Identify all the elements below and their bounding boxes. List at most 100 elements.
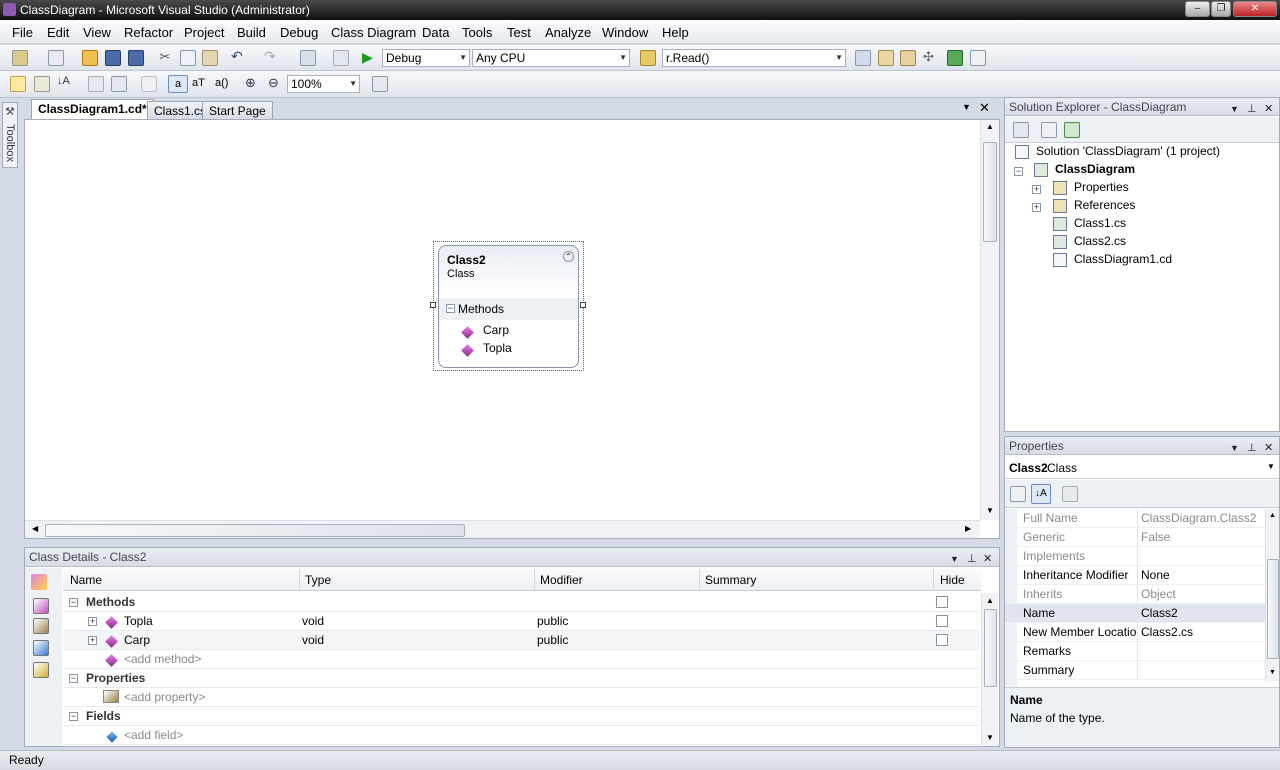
start-debugging-icon[interactable]: ▶ [362,50,378,66]
active-files-dropdown-icon[interactable]: ▼ [962,102,971,112]
menu-data[interactable]: Data [422,25,449,40]
property-row[interactable]: Inherits Object [1005,585,1265,604]
toolbox-tab[interactable]: ⚒ Toolbox [2,102,18,168]
member-modifier[interactable]: public [537,614,568,628]
horizontal-scrollbar[interactable]: ◀ ▶ [25,520,980,538]
find-combo[interactable]: r.Read() ▼ [662,49,846,67]
column-header-name[interactable]: Name [70,573,102,587]
group-by-access-icon[interactable] [34,76,50,92]
solution-configuration-select[interactable]: Debug ▼ [382,49,470,67]
object-selector[interactable]: Class2 Class ▼ [1005,457,1279,479]
menu-project[interactable]: Project [184,25,224,40]
layout-diagram-icon[interactable] [88,76,104,92]
display-name-button[interactable]: a [168,75,188,93]
menu-file[interactable]: File [12,25,33,40]
method-item-topla[interactable]: Topla [483,341,512,355]
solution-node[interactable]: Solution 'ClassDiagram' (1 project) [1036,144,1220,158]
tree-item-properties[interactable]: Properties [1074,180,1129,194]
menu-analyze[interactable]: Analyze [545,25,591,40]
properties-window-icon[interactable] [878,50,894,66]
alphabetical-icon[interactable]: ↓A [1031,484,1051,504]
open-folder-icon[interactable] [82,50,98,66]
close-button[interactable]: ✕ [1233,1,1277,17]
navigate-backward-icon[interactable] [300,50,316,66]
property-row[interactable]: Summary [1005,661,1265,680]
close-pane-icon[interactable]: ✕ [1264,100,1273,118]
column-header-summary[interactable]: Summary [705,573,756,587]
member-name[interactable]: Carp [124,633,150,647]
window-position-icon[interactable]: ▼ [1230,100,1239,118]
menu-edit[interactable]: Edit [47,25,69,40]
class-shape[interactable]: Class2 Class ⌃ − Methods Carp Topla [430,241,586,371]
group-row-methods[interactable]: − Methods [63,593,979,612]
refresh-icon[interactable] [1064,122,1080,138]
collapse-project-icon[interactable]: − [1014,167,1023,176]
scroll-down-icon[interactable]: ▼ [986,506,994,515]
minimize-button[interactable]: – [1185,1,1210,17]
property-row[interactable]: Remarks [1005,642,1265,661]
copy-icon[interactable] [180,50,196,66]
scroll-left-icon[interactable]: ◀ [32,524,38,533]
show-all-files-icon[interactable] [1041,122,1057,138]
class-shape-body[interactable]: Class2 Class ⌃ − Methods Carp Topla [438,245,579,368]
menu-tools[interactable]: Tools [462,25,492,40]
column-header-type[interactable]: Type [305,573,331,587]
display-full-signature-button[interactable]: a() [215,76,235,92]
group-row-properties[interactable]: − Properties [63,669,979,688]
hide-checkbox[interactable] [936,634,948,646]
scroll-up-icon[interactable]: ▲ [986,122,994,131]
add-property-placeholder[interactable]: <add property> [124,690,205,704]
horizontal-scroll-thumb[interactable] [45,524,465,537]
menu-refactor[interactable]: Refactor [124,25,173,40]
properties-vertical-scrollbar[interactable]: ▲ ▼ [1265,509,1279,681]
tab-classdiagram1[interactable]: ClassDiagram1.cd* [31,99,154,119]
property-row-selected[interactable]: Name Class2 [1005,604,1265,623]
add-method-row[interactable]: <add method> [63,650,979,669]
member-name[interactable]: Topla [124,614,153,628]
tree-item-class2[interactable]: Class2.cs [1074,234,1126,248]
vertical-scroll-thumb[interactable] [983,142,997,242]
collapse-methods-icon[interactable]: − [69,598,78,607]
menu-help[interactable]: Help [662,25,689,40]
tree-item-references[interactable]: References [1074,198,1135,212]
zoom-in-icon[interactable]: ⊕ [245,76,261,92]
new-member-icon[interactable] [31,574,47,590]
paste-icon[interactable] [202,50,218,66]
menu-class-diagram[interactable]: Class Diagram [331,25,416,40]
expand-references-icon[interactable]: + [1032,203,1041,212]
close-document-icon[interactable]: ✕ [979,100,990,116]
table-row[interactable]: + Carp void public [63,631,979,650]
restore-button[interactable]: ❐ [1211,1,1231,17]
menu-build[interactable]: Build [237,25,266,40]
close-pane-icon[interactable]: ✕ [1264,439,1273,457]
methods-compartment-header[interactable]: − Methods [439,298,578,320]
scroll-down-icon[interactable]: ▼ [986,733,994,742]
cut-icon[interactable]: ✂ [157,50,173,66]
new-event-icon[interactable] [33,662,49,678]
add-property-row[interactable]: <add property> [63,688,979,707]
class-details-window-icon[interactable] [372,76,388,92]
new-method-icon[interactable] [33,598,49,614]
find-in-files-icon[interactable] [640,50,656,66]
member-type[interactable]: void [302,633,324,647]
resize-handle-right[interactable] [580,302,586,308]
collapse-properties-icon[interactable]: − [69,674,78,683]
properties-scroll-thumb[interactable] [1267,559,1279,659]
hide-checkbox[interactable] [936,615,948,627]
new-field-icon[interactable] [33,640,49,656]
group-by-kind-icon[interactable] [10,76,26,92]
display-name-type-button[interactable]: aT [192,76,212,92]
window-position-icon[interactable]: ▼ [950,550,959,568]
collapse-methods-icon[interactable]: − [446,304,455,313]
property-pages-icon[interactable] [1062,486,1078,502]
method-item-carp[interactable]: Carp [483,323,509,337]
member-type[interactable]: void [302,614,324,628]
tree-item-classdiagram1[interactable]: ClassDiagram1.cd [1074,252,1172,266]
solution-platform-select[interactable]: Any CPU ▼ [472,49,630,67]
adjust-shapes-icon[interactable] [111,76,127,92]
scroll-right-icon[interactable]: ▶ [965,524,971,533]
tree-item-class1[interactable]: Class1.cs [1074,216,1126,230]
new-property-icon[interactable] [33,618,49,634]
save-all-icon[interactable] [128,50,144,66]
expand-row-icon[interactable]: + [88,617,97,626]
